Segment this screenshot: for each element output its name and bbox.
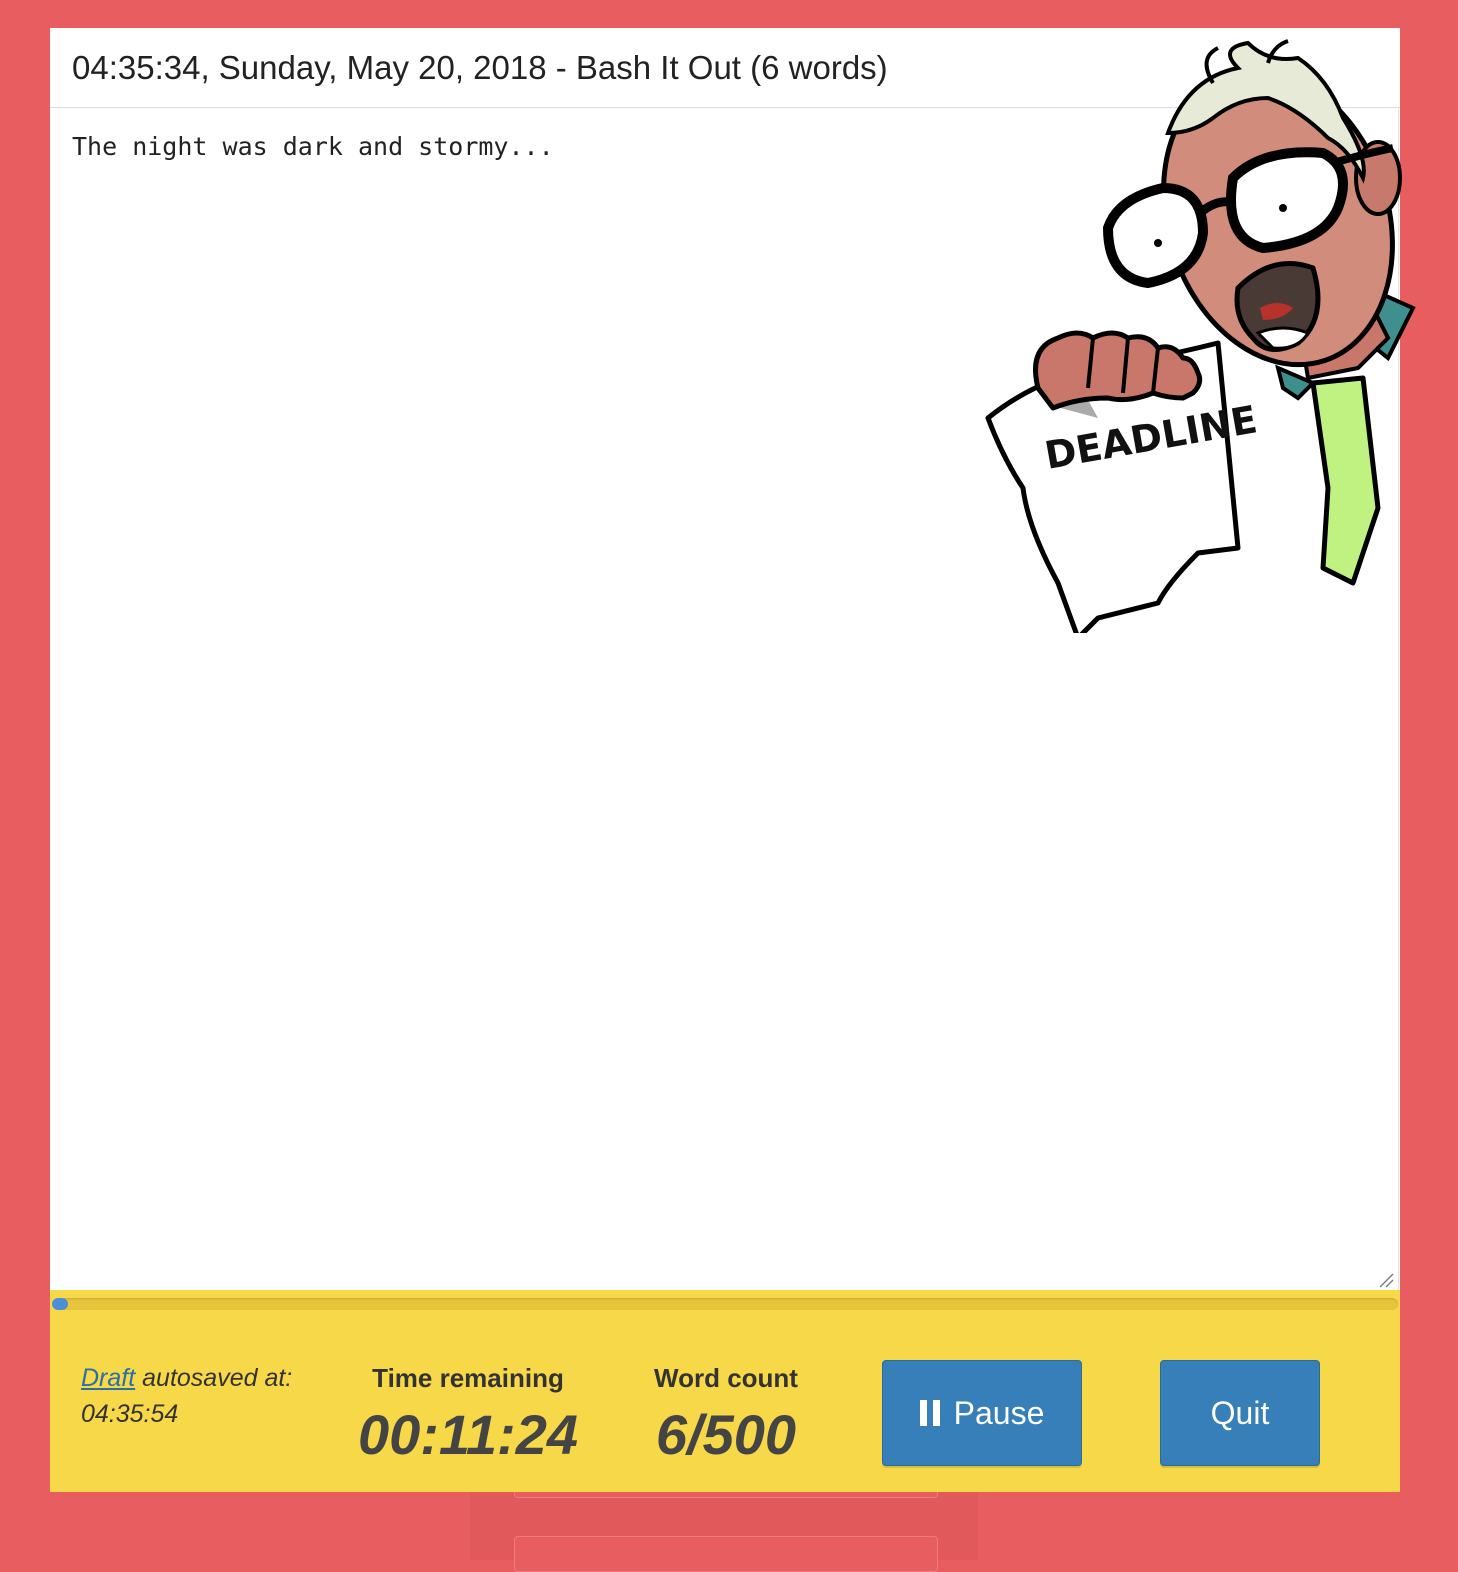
autosave-time: 04:35:54 <box>81 1400 179 1428</box>
quit-button[interactable]: Quit <box>1160 1360 1320 1466</box>
writing-panel: 04:35:34, Sunday, May 20, 2018 - Bash It… <box>50 28 1416 1492</box>
progress-fill <box>52 1298 69 1310</box>
pause-button[interactable]: Pause <box>882 1360 1082 1466</box>
time-remaining-value: 00:11:24 <box>357 1403 578 1466</box>
word-count-value: 6/500 <box>655 1403 797 1466</box>
session-footer: Draft autosaved at: 04:35:54 Time remain… <box>50 1316 1400 1492</box>
draft-link[interactable]: Draft <box>81 1364 135 1392</box>
autosave-status: Draft autosaved at: 04:35:54 <box>81 1360 331 1432</box>
word-progress-bar <box>52 1298 1398 1310</box>
background-field <box>514 1536 938 1572</box>
deadline-mascot-icon: DEADLINE <box>985 39 1416 633</box>
time-remaining: Time remaining 00:11:24 <box>350 1360 586 1470</box>
resize-grip-icon[interactable] <box>1378 1272 1394 1288</box>
word-count: Word count 6/500 <box>620 1360 832 1470</box>
progress-track <box>50 1290 1400 1316</box>
autosave-label: autosaved at: <box>135 1364 293 1392</box>
pause-button-label: Pause <box>953 1394 1045 1431</box>
time-remaining-label: Time remaining <box>372 1363 564 1393</box>
session-title: 04:35:34, Sunday, May 20, 2018 - Bash It… <box>72 49 888 86</box>
quit-button-label: Quit <box>1210 1394 1270 1431</box>
word-count-label: Word count <box>654 1363 798 1393</box>
pause-icon <box>919 1400 940 1426</box>
